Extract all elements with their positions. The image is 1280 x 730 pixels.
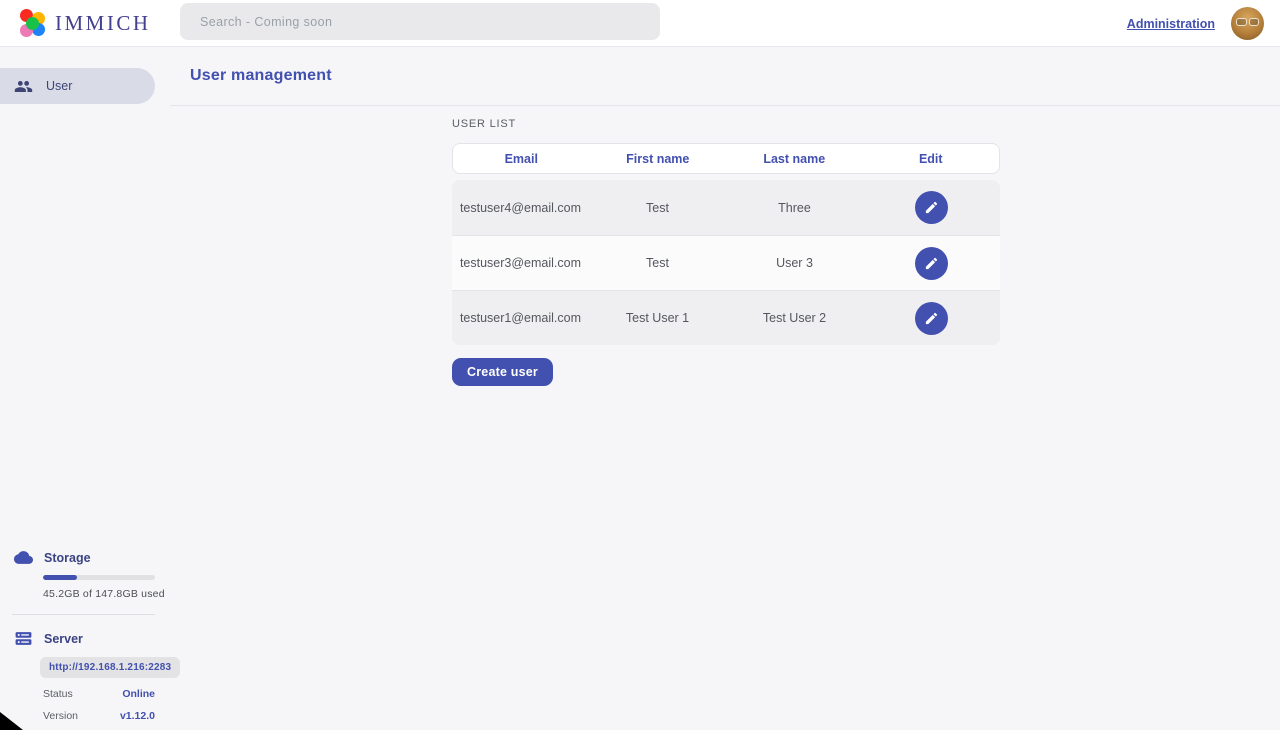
edit-user-button[interactable]	[915, 247, 948, 280]
status-label: Status	[43, 688, 73, 700]
server-header: Server	[0, 629, 170, 648]
column-header-last-name: Last name	[726, 152, 863, 166]
mouse-cursor	[0, 711, 24, 730]
avatar-glasses	[1236, 18, 1259, 26]
server-status-row: Status Online	[43, 688, 155, 700]
status-value: Online	[122, 688, 155, 700]
pencil-icon	[924, 200, 939, 215]
header-right: Administration	[1127, 0, 1264, 47]
sidebar-item-label: User	[46, 79, 72, 93]
cell-last-name: Three	[726, 201, 863, 215]
server-title: Server	[44, 632, 83, 646]
server-version-row: Version v1.12.0	[43, 710, 155, 722]
create-user-button[interactable]: Create user	[452, 358, 553, 386]
page-title: User management	[190, 67, 332, 85]
cell-last-name: Test User 2	[726, 311, 863, 325]
logo-petal-green	[26, 17, 39, 30]
server-icon	[14, 629, 33, 648]
version-label: Version	[43, 710, 78, 722]
storage-header: Storage	[0, 548, 170, 567]
storage-progress-fill	[43, 575, 77, 580]
cell-first-name: Test	[589, 201, 726, 215]
user-list-label: USER LIST	[452, 118, 1000, 130]
column-header-email: Email	[453, 152, 590, 166]
storage-progress-track	[43, 575, 155, 580]
cell-first-name: Test	[589, 256, 726, 270]
table-row: testuser3@email.com Test User 3	[452, 235, 1000, 290]
table-row: testuser1@email.com Test User 1 Test Use…	[452, 290, 1000, 345]
user-avatar[interactable]	[1231, 7, 1264, 40]
user-table-body: testuser4@email.com Test Three testuser3…	[452, 180, 1000, 345]
sidebar-item-user[interactable]: User	[0, 68, 155, 104]
immich-logo-icon	[18, 9, 47, 38]
app-header: IMMICH Administration	[0, 0, 1280, 47]
brand[interactable]: IMMICH	[18, 9, 151, 38]
search-input[interactable]	[180, 3, 660, 40]
page-title-bar: User management	[170, 47, 1280, 106]
table-row: testuser4@email.com Test Three	[452, 180, 1000, 235]
edit-user-button[interactable]	[915, 191, 948, 224]
cell-email: testuser1@email.com	[452, 311, 589, 325]
pencil-icon	[924, 256, 939, 271]
cloud-icon	[14, 548, 33, 567]
brand-name: IMMICH	[55, 11, 151, 36]
pencil-icon	[924, 311, 939, 326]
storage-title: Storage	[44, 551, 91, 565]
version-value: v1.12.0	[120, 710, 155, 722]
storage-usage-text: 45.2GB of 147.8GB used	[43, 588, 170, 600]
main-content: USER LIST Email First name Last name Edi…	[452, 106, 1000, 386]
cell-last-name: User 3	[726, 256, 863, 270]
server-url-badge: http://192.168.1.216:2283	[40, 657, 180, 678]
cell-email: testuser3@email.com	[452, 256, 589, 270]
column-header-first-name: First name	[590, 152, 727, 166]
administration-link[interactable]: Administration	[1127, 17, 1215, 31]
user-table-header: Email First name Last name Edit	[452, 143, 1000, 174]
cell-first-name: Test User 1	[589, 311, 726, 325]
sidebar-divider	[12, 614, 155, 615]
cell-email: testuser4@email.com	[452, 201, 589, 215]
people-icon	[14, 77, 33, 96]
search-bar	[180, 3, 660, 40]
column-header-edit: Edit	[863, 152, 1000, 166]
sidebar-status-panel: Storage 45.2GB of 147.8GB used Server ht…	[0, 548, 170, 722]
edit-user-button[interactable]	[915, 302, 948, 335]
